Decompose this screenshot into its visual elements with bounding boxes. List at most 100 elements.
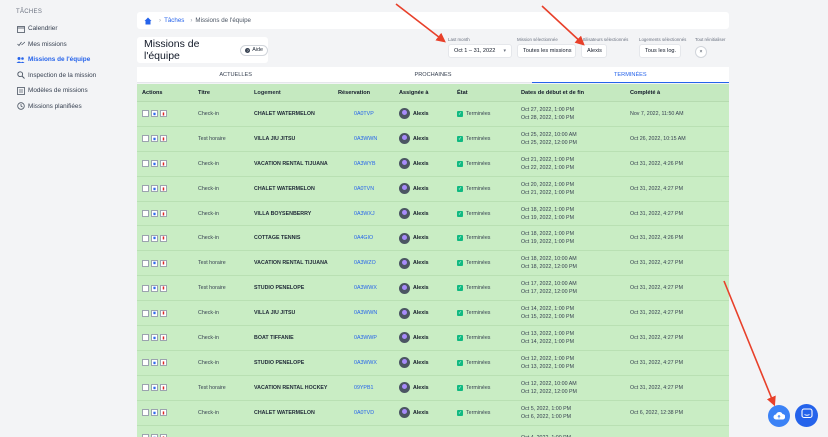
table-row[interactable]: ◉ ▮ Test horaire VILLA JIU JITSU 0A3WWN Alexi…	[137, 127, 729, 152]
trash-icon[interactable]: ▮	[160, 160, 167, 168]
view-icon[interactable]: ◉	[151, 135, 158, 143]
start-date: Oct 5, 2022, 1:00 PM	[521, 405, 572, 412]
checkbox-icon[interactable]	[142, 284, 149, 292]
reset-button[interactable]: ×	[695, 46, 707, 58]
trash-icon[interactable]: ▮	[160, 334, 167, 342]
cell-reservation-link[interactable]: 0A3WWN	[338, 310, 399, 316]
view-icon[interactable]: ◉	[151, 160, 158, 168]
sidebar-item-calendar[interactable]: Calendrier	[0, 21, 132, 37]
cell-reservation-link[interactable]: 0A3WZO	[338, 260, 399, 266]
trash-icon[interactable]: ▮	[160, 309, 167, 317]
cell-reservation-link[interactable]: 0A3WXJ	[338, 211, 399, 217]
checkbox-icon[interactable]	[142, 359, 149, 367]
trash-icon[interactable]: ▮	[160, 359, 167, 367]
view-icon[interactable]: ◉	[151, 334, 158, 342]
checkbox-icon[interactable]	[142, 160, 149, 168]
table-row[interactable]: ◉ ▮ Check-in CHALET WATERMELON 0A0TVN Alexis ✓…	[137, 177, 729, 202]
chat-icon	[800, 407, 813, 425]
table-row[interactable]: ◉ ▮ Check-in BOAT TIFFANIE 0A3WWP Alexis ✓ Term…	[137, 326, 729, 351]
checkbox-icon[interactable]	[142, 309, 149, 317]
table-row[interactable]: ◉ ▮ Check-in VACATION RENTAL TIJUANA 0A3WYB A…	[137, 152, 729, 177]
table-row[interactable]: ◉ ▮ Check-in CHALET WATERMELON 0A0TVD Alexis ✓…	[137, 401, 729, 426]
view-icon[interactable]: ◉	[151, 259, 158, 267]
cell-reservation-link[interactable]: 09YPB1	[338, 385, 399, 391]
tab-completed[interactable]: Terminées	[531, 67, 729, 83]
table-row[interactable]: ◉ ▮ Test horaire STUDIO PENELOPE 0A3WWX Alexi…	[137, 276, 729, 302]
table-row[interactable]: ◉ ▮ Check-in VILLA JIU JITSU 0A3WWN Alexis ✓ Te…	[137, 301, 729, 327]
home-icon[interactable]	[144, 17, 152, 25]
table-row[interactable]: ◉ ▮ Test horaire VACATION RENTAL HOCKEY 09YP…	[137, 376, 729, 401]
tab-current[interactable]: Actuelles	[137, 67, 335, 83]
sidebar-item-templates[interactable]: Modèles de missions	[0, 83, 132, 99]
checkbox-icon[interactable]	[142, 259, 149, 267]
period-select[interactable]: Oct 1 – 31, 2022 ▾	[448, 44, 512, 58]
view-icon[interactable]: ◉	[151, 234, 158, 242]
checkbox-icon[interactable]	[142, 185, 149, 193]
cloud-upload-button[interactable]	[768, 405, 790, 427]
tab-upcoming[interactable]: Prochaines	[334, 67, 532, 83]
table-row[interactable]: ◉ ▮ Check-in CHALET WATERMELON 0A0TVP Alexis ✓…	[137, 102, 729, 127]
mission-select[interactable]: Toutes les missions	[517, 44, 576, 58]
view-icon[interactable]: ◉	[151, 409, 158, 417]
table-row[interactable]: ◉ ▮ Test horaire VACATION RENTAL TIJUANA 0A3…	[137, 251, 729, 277]
close-icon: ×	[699, 49, 703, 55]
cell-reservation-link[interactable]: 0A0TVD	[338, 410, 399, 416]
trash-icon[interactable]: ▮	[160, 409, 167, 417]
users-select[interactable]: Alexis	[581, 44, 607, 58]
end-date: Oct 28, 2022, 1:00 PM	[521, 114, 574, 121]
view-icon[interactable]: ◉	[151, 284, 158, 292]
cell-reservation-link[interactable]: 0A3WWX	[338, 360, 399, 366]
logements-filter-label: Logements sélectionnés	[639, 37, 687, 42]
checkbox-icon[interactable]	[142, 384, 149, 392]
trash-icon[interactable]: ▮	[160, 384, 167, 392]
view-icon[interactable]: ◉	[151, 309, 158, 317]
view-icon[interactable]: ◉	[151, 384, 158, 392]
sidebar-item-team-missions[interactable]: Missions de l'équipe	[0, 52, 132, 68]
sidebar-item-scheduled[interactable]: Missions planifiées	[0, 99, 132, 115]
checkbox-checked-icon: ✓	[457, 210, 463, 217]
trash-icon[interactable]: ▮	[160, 284, 167, 292]
table-row[interactable]: ◉▮Oct 4, 2022, 1:00 PM	[137, 426, 729, 437]
cell-dates: Oct 14, 2022, 1:00 PM Oct 15, 2022, 1:00 …	[521, 305, 630, 321]
checkbox-checked-icon: ✓	[457, 260, 463, 267]
checkbox-icon[interactable]	[142, 234, 149, 242]
cell-reservation-link[interactable]: 0A4GIO	[338, 235, 399, 241]
trash-icon[interactable]: ▮	[160, 259, 167, 267]
view-icon[interactable]: ◉	[151, 359, 158, 367]
chat-button[interactable]	[795, 404, 818, 427]
view-icon[interactable]: ◉	[151, 110, 158, 118]
logements-select[interactable]: Tous les log.	[639, 44, 681, 58]
cell-dates: Oct 5, 2022, 1:00 PM Oct 6, 2022, 1:00 PM	[521, 405, 630, 421]
trash-icon[interactable]: ▮	[160, 135, 167, 143]
checkbox-icon[interactable]	[142, 409, 149, 417]
table-row[interactable]: ◉ ▮ Check-in COTTAGE TENNIS 0A4GIO Alexis ✓ Ter…	[137, 226, 729, 252]
breadcrumb-link-tasks[interactable]: Tâches	[164, 17, 184, 24]
view-icon[interactable]: ◉	[151, 210, 158, 217]
cell-reservation-link[interactable]: 0A0TVN	[338, 186, 399, 192]
cell-reservation-link[interactable]: 0A3WWP	[338, 335, 399, 341]
trash-icon[interactable]: ▮	[160, 185, 167, 193]
start-date: Oct 18, 2022, 1:00 PM	[521, 231, 574, 238]
sidebar-item-inspection[interactable]: Inspection de la mission	[0, 68, 132, 84]
sidebar-item-my-missions[interactable]: Mes missions	[0, 37, 132, 53]
checkbox-icon[interactable]	[142, 334, 149, 342]
checkbox-icon[interactable]	[142, 110, 149, 118]
cell-assignee: Alexis	[399, 158, 457, 170]
trash-icon[interactable]: ▮	[160, 210, 167, 217]
cell-reservation-link[interactable]: 0A3WWN	[338, 136, 399, 142]
checkbox-icon[interactable]	[142, 135, 149, 143]
cell-reservation-link[interactable]: 0A0TVP	[338, 111, 399, 117]
cell-reservation-link[interactable]: 0A3WYB	[338, 161, 399, 167]
table-row[interactable]: ◉ ▮ Check-in STUDIO PENELOPE 0A3WWX Alexis ✓ Te…	[137, 351, 729, 376]
cell-reservation-link[interactable]: 0A3WWX	[338, 285, 399, 291]
end-date: Oct 25, 2022, 12:00 PM	[521, 139, 577, 146]
row-actions: ◉▮	[137, 110, 198, 118]
checkbox-icon[interactable]	[142, 210, 149, 217]
trash-icon[interactable]: ▮	[160, 110, 167, 118]
start-date: Oct 18, 2022, 1:00 PM	[521, 206, 574, 213]
table-row[interactable]: ◉ ▮ Check-in VILLA BOYSENBERRY 0A3WXJ Alexis ✓…	[137, 202, 729, 227]
help-button[interactable]: ? Aide	[240, 44, 268, 56]
trash-icon[interactable]: ▮	[160, 234, 167, 242]
view-icon[interactable]: ◉	[151, 185, 158, 193]
state-label: Terminées	[466, 160, 491, 167]
